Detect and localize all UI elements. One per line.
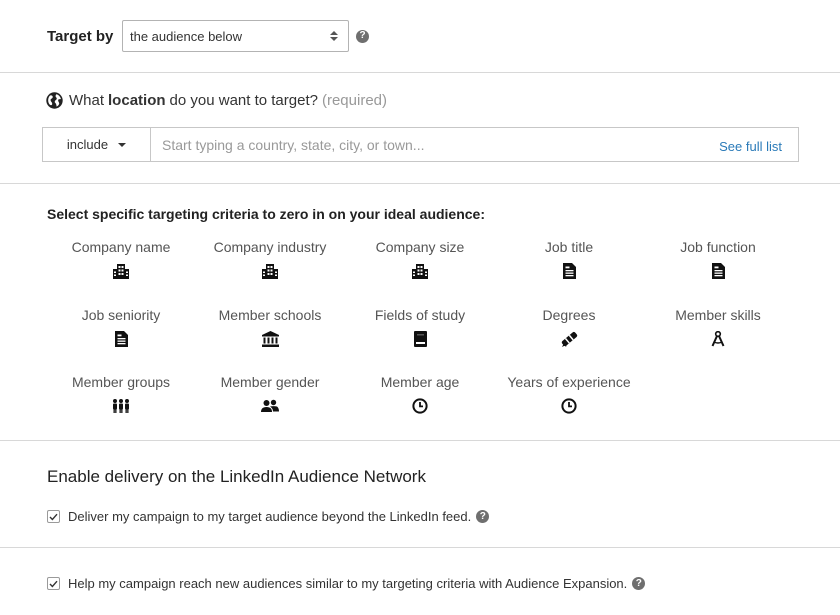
institution-icon — [195, 331, 345, 347]
diploma-icon — [494, 331, 644, 347]
location-question: What location do you want to target? (re… — [46, 90, 387, 110]
help-icon[interactable]: ? — [476, 510, 490, 523]
criterion-job-title[interactable]: Job title — [494, 238, 644, 279]
location-question-prefix: What — [69, 91, 105, 109]
criterion-label: Company size — [375, 239, 465, 255]
building-icon — [345, 263, 495, 279]
include-dropdown[interactable]: include — [43, 128, 151, 161]
divider — [0, 72, 840, 73]
building-icon — [195, 263, 345, 279]
criterion-label: Years of experience — [507, 374, 631, 390]
help-icon[interactable]: ? — [632, 577, 646, 590]
location-required: (required) — [321, 91, 387, 109]
criterion-label: Degrees — [542, 307, 596, 323]
include-label: include — [66, 137, 109, 152]
expansion-checkbox[interactable] — [47, 577, 60, 590]
target-by-row: Target by the audience below ? — [47, 20, 369, 52]
location-question-bold: location — [108, 91, 166, 109]
location-search-bar: include See full list — [42, 127, 799, 162]
deliver-checkbox[interactable] — [47, 510, 60, 523]
divider — [0, 440, 840, 441]
criterion-job-function[interactable]: Job function — [643, 238, 793, 279]
chevron-down-icon — [118, 142, 127, 147]
criterion-label: Job seniority — [81, 307, 161, 323]
deliver-label: Deliver my campaign to my target audienc… — [68, 509, 472, 524]
criterion-label: Job function — [680, 239, 756, 255]
help-icon[interactable]: ? — [356, 29, 369, 43]
criterion-label: Member schools — [218, 307, 322, 323]
criterion-label: Member gender — [220, 374, 320, 390]
criteria-heading: Select specific targeting criteria to ze… — [47, 206, 486, 222]
criterion-label: Job title — [544, 239, 594, 255]
criterion-company-size[interactable]: Company size — [345, 238, 495, 279]
criterion-member-skills[interactable]: Member skills — [643, 306, 793, 347]
criterion-label: Member skills — [675, 307, 761, 323]
clock-icon — [345, 398, 495, 414]
select-arrows-icon — [330, 31, 338, 41]
target-by-label: Target by — [47, 27, 114, 45]
criterion-member-groups[interactable]: Member groups — [46, 373, 196, 414]
expansion-label: Help my campaign reach new audiences sim… — [68, 576, 628, 591]
see-full-list-link[interactable]: See full list — [719, 139, 782, 154]
people-icon — [195, 398, 345, 414]
group-icon — [46, 398, 196, 414]
book-icon — [345, 331, 495, 347]
divider — [0, 183, 840, 184]
expansion-option: Help my campaign reach new audiences sim… — [47, 576, 646, 591]
divider — [0, 547, 840, 548]
clock-icon — [494, 398, 644, 414]
criterion-fields-of-study[interactable]: Fields of study — [345, 306, 495, 347]
criterion-label: Company industry — [213, 239, 327, 255]
location-question-suffix: do you want to target? — [169, 91, 318, 109]
target-by-selected-value: the audience below — [130, 28, 243, 44]
criterion-member-schools[interactable]: Member schools — [195, 306, 345, 347]
location-input[interactable] — [151, 128, 720, 161]
criterion-member-gender[interactable]: Member gender — [195, 373, 345, 414]
criterion-label: Member groups — [71, 374, 171, 390]
document-icon — [643, 263, 793, 279]
document-icon — [46, 331, 196, 347]
criterion-label: Member age — [380, 374, 460, 390]
audience-network-heading: Enable delivery on the LinkedIn Audience… — [47, 467, 426, 486]
criterion-member-age[interactable]: Member age — [345, 373, 495, 414]
check-icon — [49, 513, 58, 521]
criterion-label: Fields of study — [374, 307, 466, 323]
document-icon — [494, 263, 644, 279]
target-by-select[interactable]: the audience below — [122, 20, 349, 52]
criterion-label: Company name — [71, 239, 171, 255]
criterion-company-name[interactable]: Company name — [46, 238, 196, 279]
check-icon — [49, 580, 58, 588]
criterion-company-industry[interactable]: Company industry — [195, 238, 345, 279]
compass-icon — [643, 331, 793, 347]
criterion-degrees[interactable]: Degrees — [494, 306, 644, 347]
building-icon — [46, 263, 196, 279]
globe-icon — [46, 91, 63, 109]
criterion-job-seniority[interactable]: Job seniority — [46, 306, 196, 347]
criterion-years-of-experience[interactable]: Years of experience — [494, 373, 644, 414]
deliver-option: Deliver my campaign to my target audienc… — [47, 509, 490, 524]
